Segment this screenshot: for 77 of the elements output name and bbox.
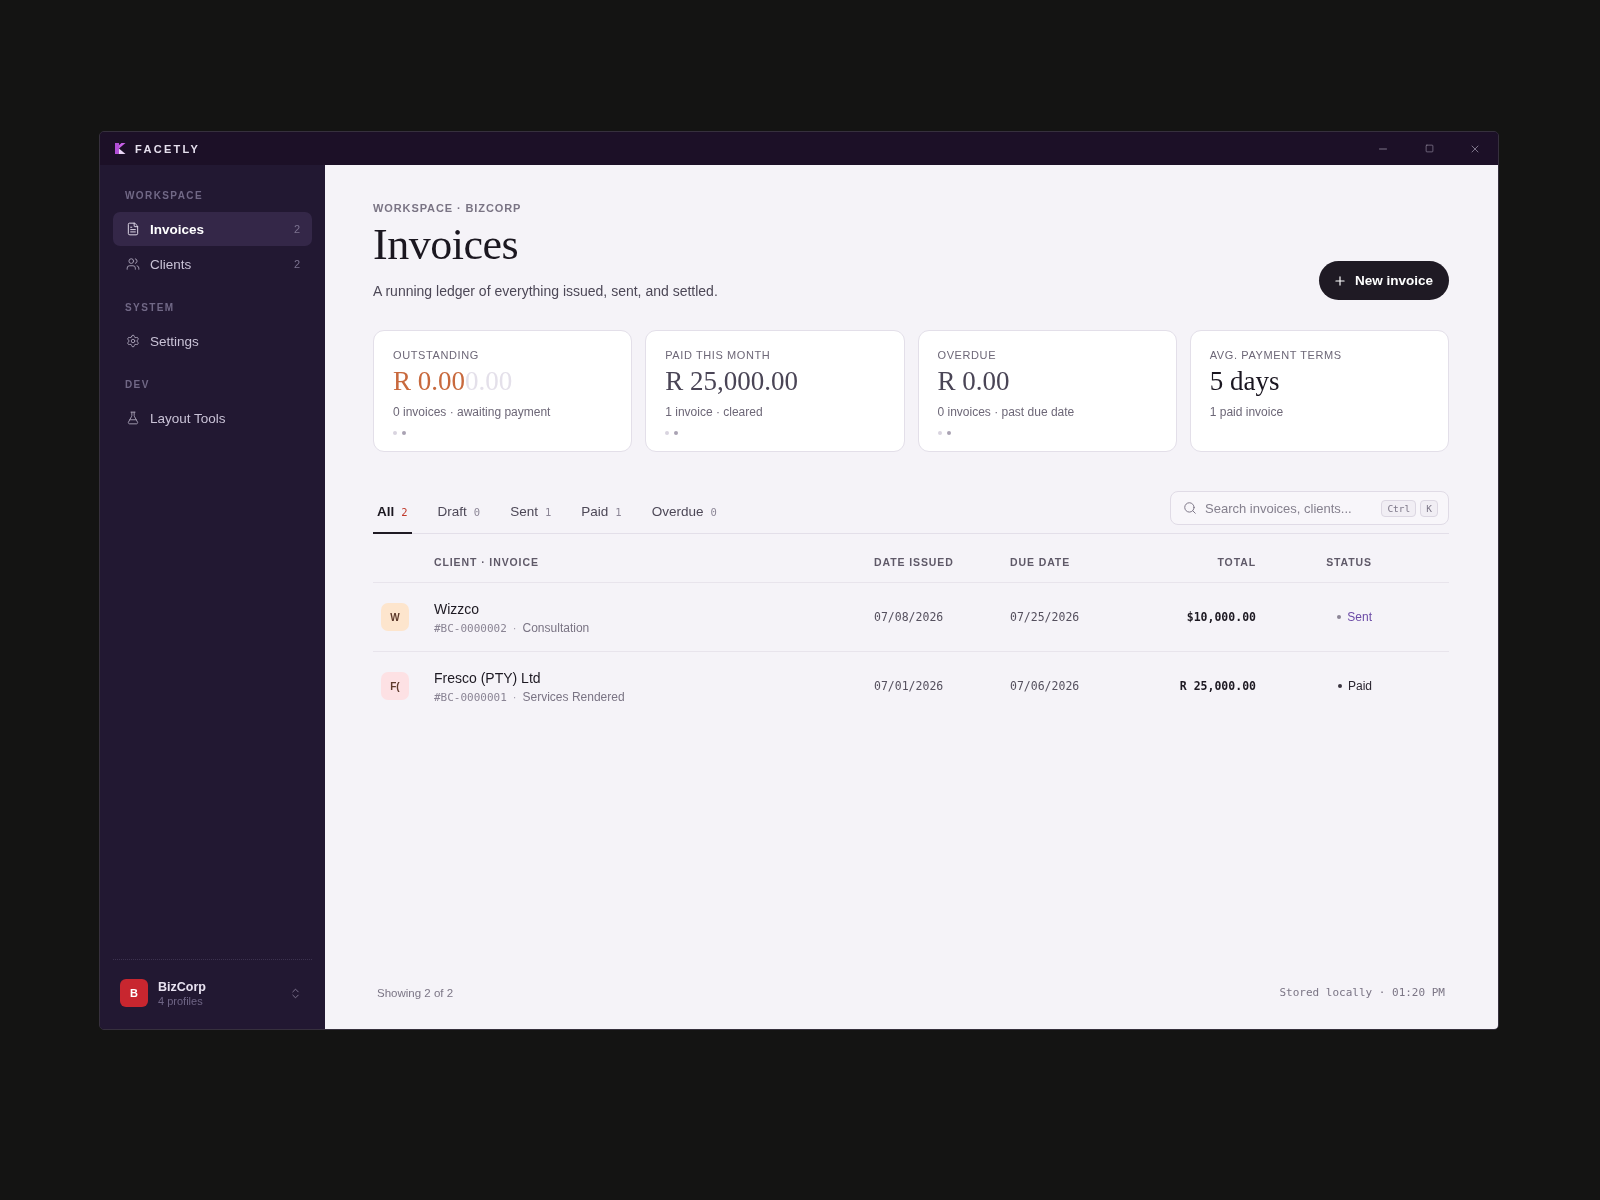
page-subtitle: A running ledger of everything issued, sent, and settled. — [373, 282, 718, 301]
date-issued: 07/08/2026 — [874, 610, 945, 624]
column-header: DATE ISSUED — [874, 555, 955, 569]
stat-value: R 25,000.00 — [665, 365, 798, 397]
client-name: Fresco (PTY) Ltd — [434, 668, 542, 687]
date-issued: 07/01/2026 — [874, 679, 945, 693]
item-count: 2 — [293, 258, 300, 270]
tab-count: 1 — [544, 505, 552, 520]
stat-label: OUTSTANDING — [393, 348, 480, 362]
flask-icon — [126, 411, 140, 425]
filter-tab[interactable]: Sent 1 — [506, 503, 556, 534]
client-avatar: F( — [381, 672, 409, 700]
filter-tab[interactable]: Paid 1 — [577, 503, 626, 534]
stat-caption: 0 invoices · past due date — [937, 404, 1076, 420]
status-label: Sent — [1347, 610, 1372, 624]
sidebar-item[interactable]: Clients 2 — [113, 247, 312, 281]
invoice-description: Consultation — [522, 620, 590, 635]
page-title: Invoices — [373, 221, 520, 269]
item-count: 2 — [293, 223, 300, 235]
stat-caption: 1 paid invoice — [1209, 404, 1285, 420]
breadcrumb: WORKSPACE · BIZCORP — [373, 201, 523, 215]
column-header: TOTAL — [1216, 555, 1256, 569]
stat-label: OVERDUE — [937, 348, 998, 362]
status-label: Paid — [1347, 679, 1372, 693]
workspace-avatar: B — [120, 979, 148, 1007]
search-icon — [1183, 501, 1197, 515]
stat-caption: 0 invoices · awaiting payment — [393, 404, 552, 420]
settings-icon — [126, 334, 140, 348]
client-name: Wizzco — [434, 599, 481, 618]
sidebar-item[interactable]: Settings — [113, 324, 312, 358]
logo-icon — [115, 143, 126, 154]
stat-value: R 0.00 — [937, 365, 1010, 397]
filter-tab[interactable]: Overdue 0 — [647, 503, 721, 534]
sidebar-item[interactable]: Invoices 2 — [113, 212, 312, 246]
tab-count: 2 — [401, 505, 408, 520]
invoice-number: #BC-0000001 — [434, 690, 507, 704]
tab-count: 1 — [615, 505, 622, 520]
stat-value: R 0.00 — [393, 365, 465, 397]
filter-tab[interactable]: All 2 — [373, 503, 412, 534]
users-icon — [126, 257, 140, 271]
showing-count: Showing 2 of 2 — [377, 986, 454, 999]
meta-separator: · — [512, 690, 517, 703]
storage-status: Stored locally · 01:20 PM — [1279, 986, 1445, 999]
column-header: STATUS — [1325, 555, 1372, 569]
stat-value: 5 days — [1209, 365, 1280, 397]
shortcut-key: Ctrl — [1381, 499, 1417, 517]
client-avatar: W — [381, 603, 409, 631]
section-label: WORKSPACE — [124, 189, 204, 203]
column-header: CLIENT · INVOICE — [434, 555, 540, 569]
document-icon — [126, 222, 140, 236]
plus-icon — [1332, 273, 1347, 288]
section-label: DEV — [124, 378, 151, 392]
meta-separator: · — [512, 621, 517, 634]
column-header: DUE DATE — [1010, 555, 1072, 569]
new-invoice-button[interactable]: New invoice — [1318, 261, 1449, 300]
workspace-name: BizCorp — [158, 979, 206, 994]
sidebar-item[interactable]: Layout Tools — [113, 401, 312, 435]
invoice-number: #BC-0000002 — [434, 621, 507, 635]
section-label: SYSTEM — [124, 301, 176, 315]
search-input[interactable]: Search invoices, clients... — [1205, 500, 1374, 516]
invoice-total: R 25,000.00 — [1178, 679, 1256, 693]
invoice-description: Services Rendered — [522, 689, 625, 704]
stat-label: PAID THIS MONTH — [665, 348, 772, 362]
invoice-total: $10,000.00 — [1185, 610, 1256, 624]
app-name: FACETLY — [135, 142, 201, 155]
stat-caption: 1 invoice · cleared — [665, 404, 764, 420]
due-date: 07/06/2026 — [1010, 679, 1081, 693]
chevrons-icon — [289, 986, 302, 1000]
stat-label: AVG. PAYMENT TERMS — [1209, 348, 1343, 362]
tab-count: 0 — [473, 505, 481, 520]
profile-count: 4 profiles — [158, 994, 204, 1007]
shortcut-key: K — [1420, 499, 1438, 517]
due-date: 07/25/2026 — [1010, 610, 1081, 624]
maximize-icon — [1424, 144, 1434, 153]
filter-tab[interactable]: Draft 0 — [433, 503, 485, 534]
search-field[interactable]: Search invoices, clients... Ctrl K — [1170, 491, 1449, 525]
tab-count: 0 — [710, 505, 717, 520]
